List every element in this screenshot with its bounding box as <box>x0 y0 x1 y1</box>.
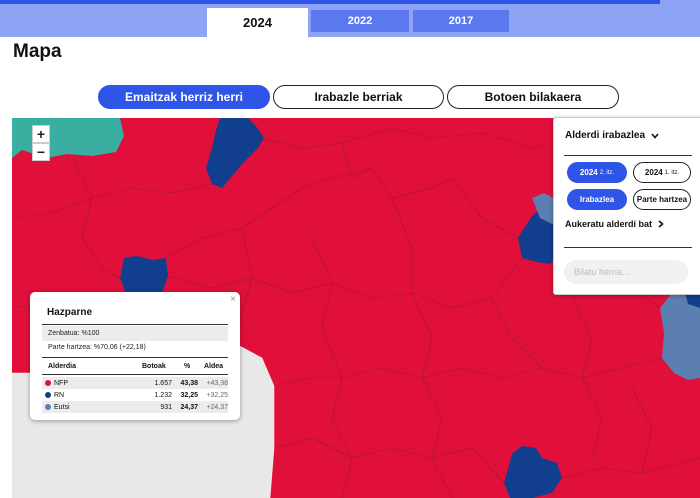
filter-panel: Alderdi irabazlea 2024 2. itz. 2024 1. itz… <box>553 117 700 295</box>
chevron-right-icon <box>658 220 664 228</box>
diff-cell: +43,38 <box>206 379 228 387</box>
chevron-down-icon <box>651 132 659 139</box>
winner-dropdown-label: Alderdi irabazlea <box>565 130 646 141</box>
tooltip-divider <box>42 324 228 325</box>
tab-2017[interactable]: 2017 <box>413 10 509 32</box>
tooltip-counted: Zenbatua: %100 <box>42 326 228 341</box>
tooltip-turnout: Parte hartzea: %70,06 (+22,18) <box>48 344 146 351</box>
highlight-party-label: Aukeratu alderdi bat <box>565 219 653 229</box>
winner-dropdown[interactable]: Alderdi irabazlea <box>565 130 659 141</box>
header-diff: Aldea <box>204 362 224 370</box>
round-2024-first-pill[interactable]: 2024 1. itz. <box>633 162 691 183</box>
nfp-color-dot <box>45 380 51 386</box>
winner-metric-pill[interactable]: Irabazlea <box>567 189 627 210</box>
year-tab-bar: 2024 2022 2017 <box>0 0 700 37</box>
highlight-party-link[interactable]: Aukeratu alderdi bat <box>565 219 664 229</box>
mode-new-winners-button[interactable]: Irabazle berriak <box>273 85 444 109</box>
town-search-input[interactable] <box>564 260 688 284</box>
eutsi-color-dot <box>45 404 51 410</box>
pct-cell: 24,37 <box>180 403 198 411</box>
table-row: Eutsi 931 24,37 +24,37 <box>42 401 228 413</box>
panel-divider <box>564 247 692 248</box>
map-region-other-topleft <box>12 118 124 158</box>
tooltip-table-divider <box>42 374 228 375</box>
table-row: NFP 1.657 43,38 +43,38 <box>42 377 228 389</box>
panel-divider <box>564 155 692 156</box>
page-title: Mapa <box>13 41 62 62</box>
party-cell: RN <box>45 389 64 401</box>
town-tooltip-card: × Hazparne Zenbatua: %100 Parte hartzea:… <box>30 292 240 420</box>
pct-cell: 43,38 <box>180 379 198 387</box>
zoom-out-button[interactable]: − <box>32 143 50 161</box>
zoom-in-button[interactable]: + <box>32 125 50 143</box>
diff-cell: +32,25 <box>206 391 228 399</box>
votes-cell: 931 <box>160 403 172 411</box>
diff-cell: +24,37 <box>206 403 228 411</box>
turnout-metric-pill[interactable]: Parte hartzea <box>633 189 691 210</box>
mode-results-by-town-button[interactable]: Emaitzak herriz herri <box>98 85 270 109</box>
tooltip-table-header: Alderdia Botoak % Aldea <box>42 360 228 372</box>
votes-cell: 1.232 <box>154 391 172 399</box>
round-2024-second-pill[interactable]: 2024 2. itz. <box>567 162 627 183</box>
page: 2024 2022 2017 Mapa Emaitzak herriz herr… <box>0 0 700 498</box>
party-cell: NFP <box>45 377 68 389</box>
party-cell: Eutsi <box>45 401 70 413</box>
header-votes: Botoak <box>142 362 166 370</box>
tab-2024[interactable]: 2024 <box>207 8 308 37</box>
tooltip-divider-2 <box>42 357 228 358</box>
votes-cell: 1.657 <box>154 379 172 387</box>
tooltip-town-name: Hazparne <box>47 307 93 318</box>
pct-cell: 32,25 <box>180 391 198 399</box>
mode-vote-evolution-button[interactable]: Botoen bilakaera <box>447 85 619 109</box>
close-icon[interactable]: × <box>230 294 236 305</box>
year-bar-accent <box>0 0 660 4</box>
table-row: RN 1.232 32,25 +32,25 <box>42 389 228 401</box>
header-party: Alderdia <box>48 362 77 370</box>
tab-2022[interactable]: 2022 <box>311 10 409 32</box>
header-pct: % <box>184 362 191 370</box>
rn-color-dot <box>45 392 51 398</box>
